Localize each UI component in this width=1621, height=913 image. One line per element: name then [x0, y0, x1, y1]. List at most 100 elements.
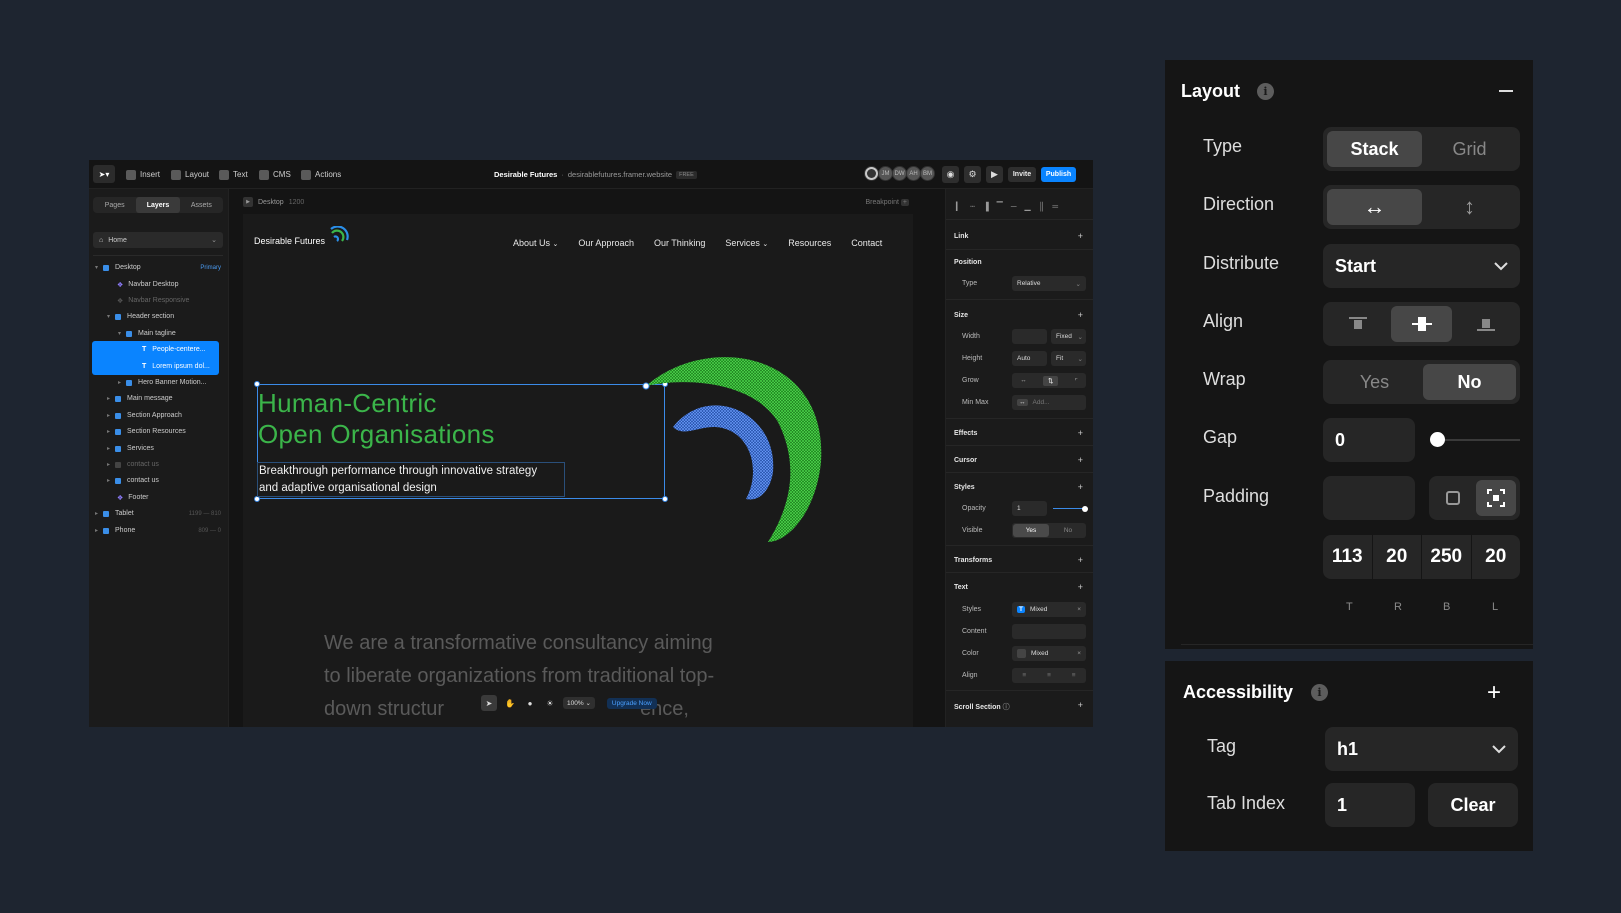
grow-horizontal-icon[interactable]: ↔	[1020, 377, 1027, 384]
insert-button[interactable]: Insert	[126, 160, 160, 189]
theme-sun-icon[interactable]: ☀	[543, 699, 557, 708]
grow-both-icon[interactable]: ⇅	[1042, 375, 1059, 386]
nav-about-us[interactable]: About Us ⌄	[513, 238, 558, 248]
upgrade-now-button[interactable]: Upgrade Now	[606, 697, 657, 709]
align-top-icon[interactable]: ▔	[997, 202, 1003, 211]
distribute-v-icon[interactable]: ═	[1052, 202, 1058, 211]
tag-select[interactable]: h1	[1325, 727, 1518, 771]
publish-button[interactable]: Publish	[1041, 167, 1076, 182]
text-styles-select[interactable]: T Mixed ×	[1012, 602, 1086, 617]
globe-button[interactable]: ◉	[942, 166, 959, 183]
type-stack-option[interactable]: Stack	[1327, 131, 1422, 167]
close-icon[interactable]: ×	[1077, 650, 1081, 657]
align-bottom-icon[interactable]: ▁	[1024, 202, 1030, 211]
position-type-select[interactable]: Relative ⌄	[1012, 276, 1086, 291]
layer-contact-us[interactable]: ▸ contact us	[89, 472, 229, 489]
avatar[interactable]	[864, 166, 879, 181]
invite-button[interactable]: Invite	[1008, 167, 1036, 182]
layer-people-centered-text[interactable]: T People-centere...	[92, 341, 219, 358]
gap-slider-track[interactable]	[1436, 439, 1520, 441]
distribute-select[interactable]: Start	[1323, 244, 1520, 288]
add-size-button[interactable]: +	[1078, 310, 1083, 320]
add-transform-button[interactable]: +	[1078, 555, 1083, 565]
nav-our-thinking[interactable]: Our Thinking	[654, 238, 705, 248]
layer-section-approach[interactable]: ▸ Section Approach	[89, 407, 229, 424]
layer-header-section[interactable]: ▾ Header section	[89, 308, 229, 325]
layer-lorem-ipsum-text[interactable]: T Lorem ipsum dol...	[92, 358, 219, 375]
add-cursor-button[interactable]: +	[1078, 455, 1083, 465]
avatar[interactable]: JM	[878, 166, 893, 181]
tab-assets[interactable]: Assets	[180, 197, 223, 213]
text-align-center-icon[interactable]: ≡	[1047, 672, 1051, 679]
visible-no-option[interactable]: No	[1050, 527, 1086, 534]
close-icon[interactable]: ×	[1077, 606, 1081, 613]
layer-hero-banner[interactable]: ▸ Hero Banner Motion...	[89, 374, 229, 391]
layer-contact-us-hidden[interactable]: ▸ contact us	[89, 456, 229, 473]
direction-horizontal-option[interactable]: ↔	[1327, 189, 1422, 225]
opacity-input[interactable]: 1	[1012, 501, 1047, 516]
nav-contact[interactable]: Contact	[851, 238, 882, 248]
hero-subline[interactable]: Breakthrough performance through innovat…	[257, 462, 565, 497]
comment-tool-icon[interactable]: ●	[523, 699, 537, 708]
grow-none-icon[interactable]: ⌜	[1075, 377, 1078, 385]
add-link-button[interactable]: +	[1078, 231, 1083, 241]
layer-footer[interactable]: ❖ Footer	[89, 489, 229, 506]
info-icon[interactable]: i	[1257, 83, 1274, 100]
color-select[interactable]: Mixed ×	[1012, 646, 1086, 661]
avatar[interactable]: DW	[892, 166, 907, 181]
align-center-option[interactable]	[1391, 306, 1452, 342]
layer-navbar-desktop[interactable]: ❖ Navbar Desktop	[89, 276, 229, 293]
layer-main-message[interactable]: ▸ Main message	[89, 390, 229, 407]
padding-input[interactable]	[1323, 476, 1415, 520]
desktop-frame[interactable]: Desirable Futures About Us ⌄ Our Approac…	[243, 214, 913, 727]
align-middle-icon[interactable]: ─	[1011, 202, 1017, 211]
opacity-slider-thumb[interactable]	[1082, 506, 1088, 512]
add-style-button[interactable]: +	[1078, 482, 1083, 492]
visible-yes-option[interactable]: Yes	[1013, 524, 1049, 537]
layer-phone[interactable]: ▸ Phone 809 — 0	[89, 522, 229, 539]
layer-navbar-responsive[interactable]: ❖ Navbar Responsive	[89, 292, 229, 309]
clear-button[interactable]: Clear	[1428, 783, 1518, 827]
page-select[interactable]: ⌂ Home ⌄	[93, 232, 223, 248]
gap-input[interactable]: 0	[1323, 418, 1415, 462]
direction-vertical-option[interactable]: ↕	[1423, 189, 1516, 225]
add-breakpoint-button[interactable]: Breakpoint +	[865, 198, 909, 206]
width-input[interactable]	[1012, 329, 1047, 344]
avatar[interactable]: AH	[906, 166, 921, 181]
framer-menu-button[interactable]: ➤▾	[93, 165, 115, 183]
zoom-select[interactable]: 100% ⌄	[563, 697, 595, 709]
resize-handle[interactable]	[254, 381, 260, 387]
opacity-slider-track[interactable]	[1053, 508, 1085, 509]
height-mode-select[interactable]: Fit ⌄	[1051, 351, 1086, 366]
type-grid-option[interactable]: Grid	[1423, 131, 1516, 167]
text-button[interactable]: Text	[219, 160, 248, 189]
tab-index-input[interactable]: 1	[1325, 783, 1415, 827]
settings-button[interactable]: ⚙	[964, 166, 981, 183]
nav-our-approach[interactable]: Our Approach	[578, 238, 634, 248]
hand-tool-icon[interactable]: ✋	[503, 699, 517, 708]
text-align-right-icon[interactable]: ≡	[1072, 672, 1076, 679]
nav-resources[interactable]: Resources	[788, 238, 831, 248]
padding-uniform-option[interactable]	[1433, 480, 1473, 516]
canvas[interactable]: ▶ Desktop 1200 Breakpoint + Desirable Fu…	[229, 189, 945, 727]
add-text-button[interactable]: +	[1078, 582, 1083, 592]
add-plus-icon[interactable]: +	[1487, 679, 1501, 707]
layer-desktop[interactable]: ▾ Desktop Primary	[89, 259, 229, 276]
padding-bottom-input[interactable]: 250	[1422, 535, 1472, 579]
play-icon[interactable]: ▶	[243, 197, 253, 207]
layer-section-resources[interactable]: ▸ Section Resources	[89, 423, 229, 440]
tab-pages[interactable]: Pages	[93, 197, 136, 213]
minmax-input[interactable]: ↔ Add...	[1012, 395, 1086, 410]
resize-handle[interactable]	[642, 382, 650, 390]
actions-button[interactable]: Actions	[301, 160, 341, 189]
layout-button[interactable]: Layout	[171, 160, 209, 189]
add-scroll-section-button[interactable]: +	[1078, 700, 1083, 710]
align-end-option[interactable]	[1455, 306, 1516, 342]
content-input[interactable]	[1012, 624, 1086, 639]
align-right-icon[interactable]: ▐	[983, 202, 989, 211]
layer-services[interactable]: ▸ Services	[89, 440, 229, 457]
layer-main-tagline[interactable]: ▾ Main tagline	[89, 325, 229, 342]
site-logo[interactable]: Desirable Futures	[254, 226, 351, 248]
padding-right-input[interactable]: 20	[1373, 535, 1422, 579]
align-start-option[interactable]	[1327, 306, 1388, 342]
